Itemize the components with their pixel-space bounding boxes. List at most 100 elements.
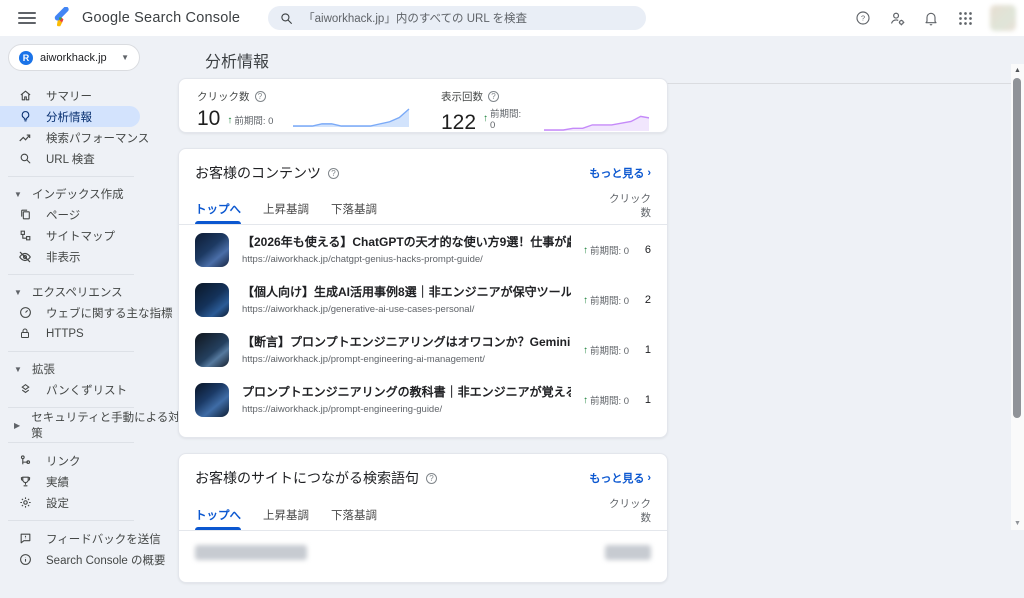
tab-rising[interactable]: 上昇基調	[263, 201, 309, 224]
sidebar-item-insights[interactable]: 分析情報	[0, 106, 140, 127]
sidebar-section-label: インデックス作成	[32, 186, 124, 202]
article-url: https://aiworkhack.jp/generative-ai-use-…	[242, 304, 571, 315]
metrics-card: クリック数 ? 10 ↑ 前期間: 0 表示回数 ? 122 ↑	[178, 78, 668, 133]
clicks-column-header: クリック数	[609, 498, 651, 529]
up-arrow-icon: ↑	[483, 113, 488, 124]
sidebar-item-removals[interactable]: 非表示	[0, 246, 180, 267]
chevron-right-icon: ›	[647, 167, 651, 179]
tab-falling[interactable]: 下落基調	[331, 507, 377, 530]
vertical-scrollbar[interactable]: ▲ ▼	[1011, 64, 1024, 530]
breadcrumbs-icon	[18, 383, 32, 397]
user-settings-icon[interactable]	[888, 9, 906, 27]
eye-off-icon	[18, 250, 32, 264]
sidebar-item-links[interactable]: リンク	[0, 450, 180, 471]
content-row-list: 【2026年も使える】ChatGPTの天才的な使い方9選！仕事が劇的に速くなるプ…	[195, 225, 651, 425]
sidebar-item-performance[interactable]: 検索パフォーマンス	[0, 127, 180, 148]
content-row[interactable]: 【個人向け】生成AI活用事例8選｜非エンジニアが保守ツールを自作した実体験も公開…	[195, 275, 651, 325]
menu-icon[interactable]	[18, 12, 36, 24]
content-row[interactable]: 【断言】プロンプトエンジニアリングはオワコンか？Gemini 3.0・ChatG…	[195, 325, 651, 375]
content-row[interactable]: 【2026年も使える】ChatGPTの天才的な使い方9選！仕事が劇的に速くなるプ…	[195, 225, 651, 275]
up-arrow-icon: ↑	[227, 115, 232, 126]
section-title: お客様のサイトにつながる検索語句 ?	[195, 468, 437, 488]
help-icon[interactable]: ?	[854, 9, 872, 27]
divider	[8, 442, 134, 443]
row-delta: ↑前期間: 0	[583, 243, 629, 257]
tab-top[interactable]: トップへ	[195, 507, 241, 530]
google-apps-grid-icon[interactable]	[956, 9, 974, 27]
article-title: 【個人向け】生成AI活用事例8選｜非エンジニアが保守ツールを自作した実体験も公開	[242, 285, 571, 301]
chevron-down-icon: ▼	[14, 288, 24, 297]
sidebar-item-achievements[interactable]: 実績	[0, 471, 180, 492]
sidebar-section-indexing[interactable]: ▼ インデックス作成	[0, 184, 180, 204]
gear-icon	[18, 496, 32, 510]
article-title: プロンプトエンジニアリングの教科書｜非エンジニアが覚えるべき6つの型	[242, 385, 571, 401]
property-favicon: R	[19, 51, 33, 65]
tab-falling[interactable]: 下落基調	[331, 201, 377, 224]
article-thumbnail	[195, 333, 229, 367]
tab-top[interactable]: トップへ	[195, 201, 241, 224]
sidebar-section-enhancements[interactable]: ▼ 拡張	[0, 359, 180, 379]
scroll-up-arrow[interactable]: ▲	[1011, 67, 1024, 74]
links-icon	[18, 454, 32, 468]
article-title: 【2026年も使える】ChatGPTの天才的な使い方9選！仕事が劇的に速くなるプ…	[242, 235, 571, 251]
info-icon	[18, 553, 32, 567]
url-inspection-search[interactable]: 「aiworkhack.jp」内のすべての URL を検査	[268, 6, 646, 30]
redacted-query-clicks	[605, 545, 651, 560]
sidebar-item-core-web-vitals[interactable]: ウェブに関する主な指標	[0, 302, 180, 323]
notifications-bell-icon[interactable]	[922, 9, 940, 27]
sidebar-item-breadcrumbs[interactable]: パンくずリスト	[0, 379, 180, 400]
property-selector[interactable]: R aiworkhack.jp ▼	[8, 44, 140, 71]
sidebar-item-sitemaps[interactable]: サイトマップ	[0, 225, 180, 246]
article-thumbnail	[195, 383, 229, 417]
divider	[8, 274, 134, 275]
help-icon[interactable]: ?	[426, 473, 437, 484]
divider	[8, 176, 134, 177]
article-title: 【断言】プロンプトエンジニアリングはオワコンか？Gemini 3.0・ChatG…	[242, 335, 571, 351]
content-tabs: トップへ 上昇基調 下落基調	[195, 201, 377, 224]
sidebar-item-summary[interactable]: サマリー	[0, 85, 180, 106]
article-url: https://aiworkhack.jp/prompt-engineering…	[242, 354, 571, 365]
sidebar-item-settings[interactable]: 設定	[0, 492, 180, 513]
sidebar-item-pages[interactable]: ページ	[0, 204, 180, 225]
scrollbar-thumb[interactable]	[1013, 78, 1021, 418]
chevron-down-icon: ▼	[14, 190, 24, 199]
see-more-link[interactable]: もっと見る ›	[589, 470, 651, 486]
search-icon	[280, 12, 293, 25]
search-icon	[18, 152, 32, 166]
sidebar-item-about[interactable]: Search Console の概要	[0, 549, 180, 570]
sidebar-item-feedback[interactable]: フィードバックを送信	[0, 528, 180, 549]
account-avatar[interactable]	[990, 5, 1016, 31]
lock-icon	[18, 327, 32, 341]
metric-delta: ↑ 前期間: 0	[227, 113, 273, 130]
sidebar-section-label: セキュリティと手動による対策	[31, 409, 180, 441]
property-name: aiworkhack.jp	[40, 52, 121, 64]
scroll-down-arrow[interactable]: ▼	[1011, 520, 1024, 527]
row-delta: ↑前期間: 0	[583, 393, 629, 407]
see-more-link[interactable]: もっと見る ›	[589, 165, 651, 181]
help-icon[interactable]: ?	[328, 168, 339, 179]
sitemap-icon	[18, 229, 32, 243]
sidebar-item-url-inspection[interactable]: URL 検査	[0, 148, 180, 169]
svg-text:?: ?	[861, 14, 865, 23]
sidebar-section-security[interactable]: ▶ セキュリティと手動による対策	[0, 415, 180, 435]
tab-rising[interactable]: 上昇基調	[263, 507, 309, 530]
pages-icon	[18, 208, 32, 222]
sidebar-item-label: ウェブに関する主な指標	[46, 305, 173, 321]
sidebar-item-label: ページ	[46, 207, 80, 223]
sidebar-item-label: サマリー	[46, 88, 92, 104]
sidebar-item-label: 非表示	[46, 249, 81, 265]
trophy-icon	[18, 475, 32, 489]
product-logo[interactable]: Google Search Console	[52, 7, 240, 29]
row-delta: ↑前期間: 0	[583, 293, 629, 307]
query-row-redacted[interactable]	[195, 531, 651, 570]
sidebar-item-label: フィードバックを送信	[46, 531, 161, 547]
content-row[interactable]: プロンプトエンジニアリングの教科書｜非エンジニアが覚えるべき6つの型 https…	[195, 375, 651, 425]
help-icon[interactable]: ?	[255, 91, 266, 102]
clicks-column-header: クリック数	[609, 193, 651, 224]
metric-value: 122	[441, 112, 476, 134]
sidebar-item-label: 分析情報	[46, 109, 92, 125]
sidebar-item-https[interactable]: HTTPS	[0, 323, 180, 344]
sidebar-section-experience[interactable]: ▼ エクスペリエンス	[0, 282, 180, 302]
speedometer-icon	[18, 306, 32, 320]
help-icon[interactable]: ?	[488, 91, 499, 102]
